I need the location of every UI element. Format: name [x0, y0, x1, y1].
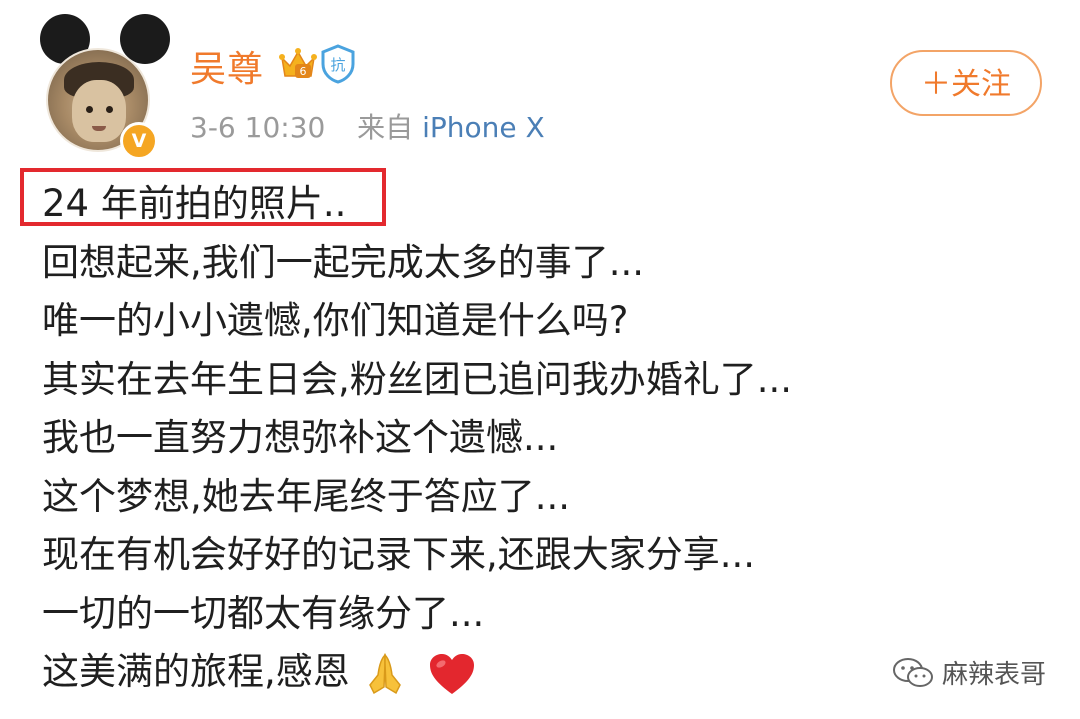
author-avatar[interactable]: V [34, 14, 170, 160]
verified-badge-icon: V [120, 122, 158, 160]
post-line: 这美满的旅程,感恩 [42, 650, 350, 693]
post-meta: 3-6 10:30 来自 iPhone X [190, 106, 545, 146]
source-device-link[interactable]: iPhone X [422, 111, 545, 144]
author-name[interactable]: 吴尊 [190, 40, 264, 92]
post-line: 唯一的小小遗憾,你们知道是什么吗? [42, 299, 629, 342]
post-line-last: 这美满的旅程,感恩 [42, 643, 792, 702]
post-line: 这个梦想,她去年尾终于答应了... [42, 474, 571, 518]
red-heart-icon [430, 653, 475, 694]
praying-hands-icon [368, 652, 401, 694]
post-line: 24 年前拍的照片.. [42, 182, 347, 225]
source-prefix: 来自 [357, 111, 414, 144]
watermark-text: 麻辣表哥 [942, 660, 1047, 690]
shield-icon[interactable]: 抗 [320, 44, 356, 84]
post-line: 其实在去年生日会,粉丝团已追问我办婚礼了... [42, 357, 793, 401]
crown-icon[interactable]: 6 [278, 44, 318, 84]
wechat-icon [893, 657, 933, 687]
post-line: 一切的一切都太有缘分了... [42, 591, 485, 635]
post-body: 24 年前拍的照片.. 回想起来,我们一起完成太多的事了... 唯一的小小遗憾,… [42, 175, 792, 702]
post-line: 回想起来,我们一起完成太多的事了... [42, 240, 645, 284]
watermark: 麻辣表哥 [892, 654, 1046, 691]
level-badge-text: 6 [300, 65, 307, 78]
post-timestamp: 3-6 10:30 [190, 111, 326, 144]
post-line: 现在有机会好好的记录下来,还跟大家分享... [42, 533, 756, 576]
post-line: 我也一直努力想弥补这个遗憾... [42, 416, 559, 459]
follow-button[interactable]: ＋关注 [890, 50, 1042, 116]
shield-badge-text: 抗 [330, 56, 345, 74]
